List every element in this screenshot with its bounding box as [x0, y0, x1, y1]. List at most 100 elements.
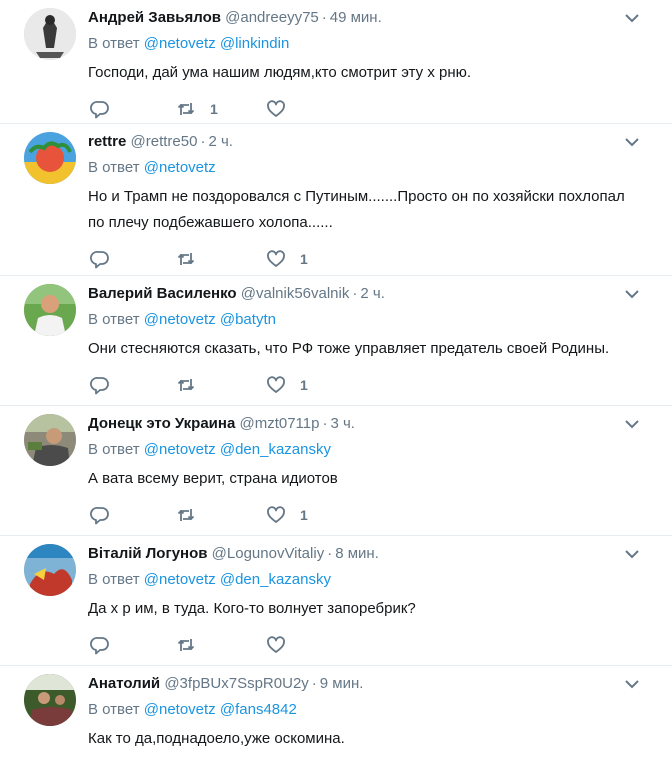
user-name[interactable]: Андрей Завьялов [88, 9, 221, 26]
reply-icon [90, 101, 109, 119]
retweet-button[interactable] [176, 374, 210, 396]
user-name[interactable]: Анатолий [88, 675, 160, 692]
mention-link[interactable]: @netovetz [144, 35, 216, 52]
user-name[interactable]: rettre [88, 133, 126, 150]
separator-dot: · [327, 545, 333, 562]
like-button[interactable] [266, 98, 300, 120]
tweet[interactable]: Віталій Логунов @LogunovVitaliy · 8 мин. В… [0, 536, 672, 666]
timestamp[interactable]: 49 мин. [330, 9, 382, 26]
reply-button[interactable] [90, 504, 110, 526]
tweet-text-line: Они стесняются сказать, что РФ тоже упра… [88, 340, 610, 357]
timestamp[interactable]: 2 ч. [360, 285, 385, 302]
user-handle[interactable]: @LogunovVitaliy [212, 545, 325, 562]
tweet-actions: 1 [90, 362, 658, 410]
tweet-header: Віталій Логунов @LogunovVitaliy · 8 мин. [88, 544, 658, 564]
mention-link[interactable]: @den_kazansky [220, 571, 331, 588]
reply-button[interactable] [90, 374, 110, 396]
tweet[interactable]: Анатолий @3fpBUx7SspR0U2y · 9 мин. В ответ… [0, 666, 672, 762]
tweet-actions [90, 622, 658, 670]
like-count: 1 [300, 251, 308, 267]
mention-link[interactable]: @netovetz [144, 311, 216, 328]
avatar[interactable] [24, 284, 76, 336]
user-name[interactable]: Донецк это Украина [88, 415, 235, 432]
retweet-button[interactable] [176, 504, 210, 526]
mention-link[interactable]: @netovetz [144, 159, 216, 176]
reply-button[interactable] [90, 248, 110, 270]
timestamp[interactable]: 9 мин. [320, 675, 364, 692]
reply-context: В ответ @netovetz [88, 158, 658, 178]
chevron-down-icon[interactable] [624, 134, 640, 150]
mention-link[interactable]: @den_kazansky [220, 441, 331, 458]
user-name[interactable]: Валерий Василенко [88, 285, 237, 302]
tweet-text: Господи, дай ума нашим людям,кто смотрит… [88, 60, 658, 86]
mention-link[interactable]: @netovetz [144, 701, 216, 718]
tweet-header: rettre @rettre50 · 2 ч. [88, 132, 658, 152]
user-name[interactable]: Віталій Логунов [88, 545, 208, 562]
tweet-text: А вата всему верит, страна идиотов [88, 466, 658, 492]
mention-link[interactable]: @netovetz [144, 441, 216, 458]
tweet[interactable]: Донецк это Украина @mzt0711p · 3 ч. В отве… [0, 406, 672, 536]
chevron-down-icon[interactable] [624, 676, 640, 692]
like-button[interactable]: 1 [266, 248, 308, 270]
retweet-icon [177, 379, 195, 391]
tweet[interactable]: rettre @rettre50 · 2 ч. В ответ @netovetz … [0, 124, 672, 276]
avatar[interactable] [24, 544, 76, 596]
retweet-icon [177, 103, 195, 115]
reply-prefix: В ответ [88, 159, 140, 176]
timestamp[interactable]: 3 ч. [330, 415, 355, 432]
mention-link[interactable]: @linkindin [220, 35, 289, 52]
chevron-down-icon[interactable] [624, 546, 640, 562]
tweet-text-line: по плечу подбежавшего холопа...... [88, 214, 333, 231]
chevron-down-icon[interactable] [624, 10, 640, 26]
mention-link[interactable]: @batytn [220, 311, 276, 328]
like-button[interactable] [266, 634, 300, 656]
user-handle[interactable]: @mzt0711p [239, 415, 319, 432]
avatar[interactable] [24, 674, 76, 726]
separator-dot: · [322, 415, 328, 432]
chevron-down-icon[interactable] [624, 286, 640, 302]
separator-dot: · [352, 285, 358, 302]
tweet-text-line: Господи, дай ума нашим людям,кто смотрит… [88, 64, 472, 81]
reply-prefix: В ответ [88, 571, 140, 588]
mention-link[interactable]: @netovetz [144, 571, 216, 588]
tweet-text-line: А вата всему верит, страна идиотов [88, 470, 338, 487]
retweet-button[interactable]: 1 [176, 98, 218, 120]
tweet-text-line: Да х р им, в туда. Кого-то волнует запор… [88, 600, 416, 617]
avatar[interactable] [24, 8, 76, 60]
like-button[interactable]: 1 [266, 374, 308, 396]
user-handle[interactable]: @3fpBUx7SspR0U2y [164, 675, 308, 692]
like-button[interactable]: 1 [266, 504, 308, 526]
reply-context: В ответ @netovetz @den_kazansky [88, 440, 658, 460]
reply-context: В ответ @netovetz @fans4842 [88, 700, 658, 720]
tweet[interactable]: Андрей Завьялов @andreeyy75 · 49 мин. В от… [0, 0, 672, 124]
reply-context: В ответ @netovetz @batytn [88, 310, 658, 330]
tweet-header: Валерий Василенко @valnik56valnik · 2 ч. [88, 284, 658, 304]
user-handle[interactable]: @valnik56valnik [241, 285, 350, 302]
tweet-text-line: Но и Трамп не поздоровался с Путиным....… [88, 188, 625, 205]
replies-feed: Андрей Завьялов @andreeyy75 · 49 мин. В от… [0, 0, 672, 762]
retweet-count: 1 [210, 101, 218, 117]
chevron-down-icon[interactable] [624, 416, 640, 432]
separator-dot: · [200, 133, 206, 150]
retweet-button[interactable] [176, 634, 210, 656]
heart-icon [267, 376, 285, 393]
tweet-header: Анатолий @3fpBUx7SspR0U2y · 9 мин. [88, 674, 658, 694]
user-handle[interactable]: @andreeyy75 [225, 9, 319, 26]
tweet-text: Они стесняются сказать, что РФ тоже упра… [88, 336, 658, 362]
timestamp[interactable]: 8 мин. [335, 545, 379, 562]
tweet-header: Донецк это Украина @mzt0711p · 3 ч. [88, 414, 658, 434]
reply-prefix: В ответ [88, 35, 140, 52]
avatar[interactable] [24, 414, 76, 466]
retweet-button[interactable] [176, 248, 210, 270]
reply-button[interactable] [90, 634, 110, 656]
heart-icon [267, 250, 285, 267]
heart-icon [267, 636, 285, 653]
mention-link[interactable]: @fans4842 [220, 701, 297, 718]
tweet[interactable]: Валерий Василенко @valnik56valnik · 2 ч. В… [0, 276, 672, 406]
timestamp[interactable]: 2 ч. [208, 133, 233, 150]
reply-prefix: В ответ [88, 441, 140, 458]
reply-button[interactable] [90, 98, 110, 120]
user-handle[interactable]: @rettre50 [131, 133, 198, 150]
like-count: 1 [300, 507, 308, 523]
avatar[interactable] [24, 132, 76, 184]
